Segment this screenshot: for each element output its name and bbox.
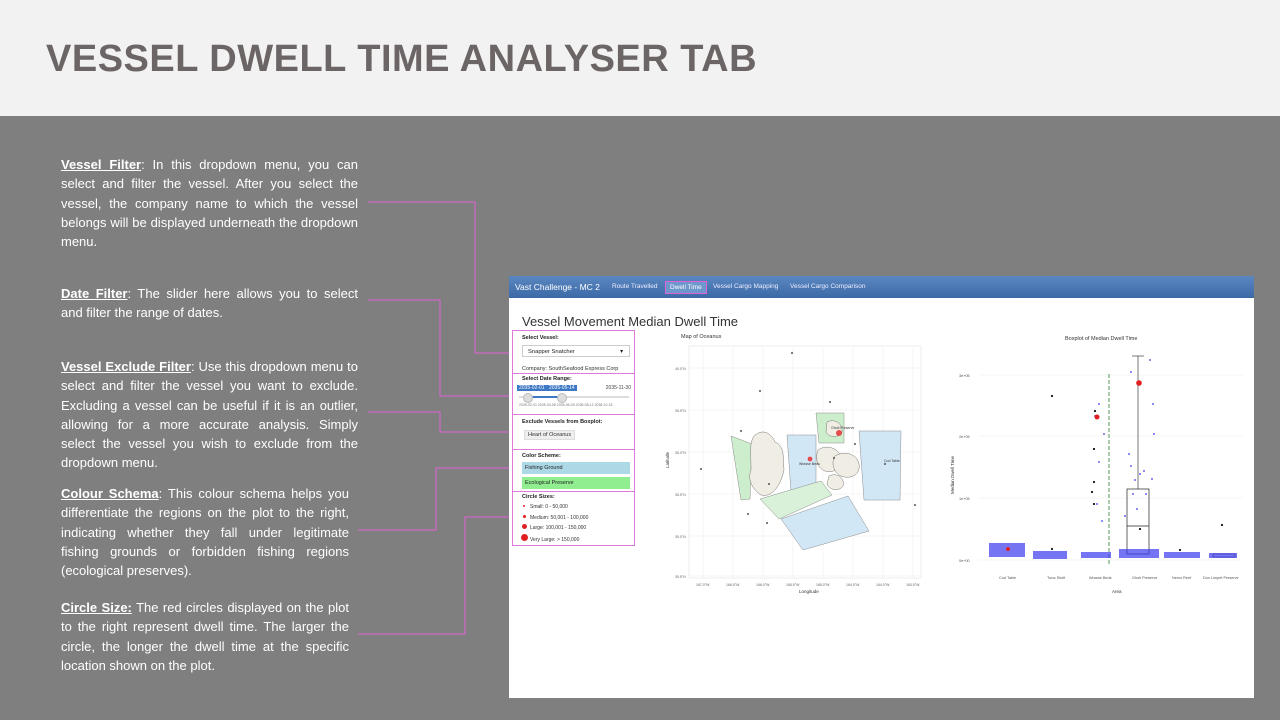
box-ytick: 1e+05 bbox=[959, 497, 970, 501]
note-vessel-filter: Vessel Filter: In this dropdown menu, yo… bbox=[61, 155, 358, 251]
date-end-chip: 2035-05-14 bbox=[547, 385, 577, 391]
vessel-filter-label: Select Vessel: bbox=[522, 335, 559, 341]
map-xtick: 166.0°W bbox=[756, 583, 770, 587]
note-circle-size: Circle Size: The red circles displayed o… bbox=[61, 598, 349, 675]
exclude-vessel-chip[interactable]: Heart of Oceanus bbox=[524, 430, 576, 440]
box-ytick: 2e+05 bbox=[959, 435, 970, 439]
navbar: Vast Challenge - MC 2 Route Travelled Dw… bbox=[509, 276, 1254, 298]
box-xtick: Tuna Shelf bbox=[1047, 576, 1066, 580]
vessel-select[interactable]: Snapper Snatcher ▾ bbox=[522, 345, 630, 357]
color-scheme-label: Color Scheme: bbox=[522, 453, 561, 459]
app-title: Vessel Movement Median Dwell Time bbox=[522, 314, 739, 329]
box-ytick: 3e+05 bbox=[959, 374, 970, 378]
app-window: Vast Challenge - MC 2 Route Travelled Dw… bbox=[509, 276, 1254, 698]
note-head: Date Filter bbox=[61, 286, 128, 301]
note-head: Colour Schema bbox=[61, 486, 159, 501]
scheme-fishing-ground: Fishing Ground bbox=[522, 462, 630, 474]
circle-legend-item: Large: 100,001 - 150,000 bbox=[521, 523, 588, 534]
date-filter-label: Select Date Range: bbox=[522, 376, 572, 382]
box-xtick: Cod Table bbox=[999, 576, 1016, 580]
map-xtick: 166.5°W bbox=[726, 583, 740, 587]
tab-vessel-cargo-comparison[interactable]: Vessel Cargo Comparison bbox=[786, 281, 870, 292]
tick-label: 2035-04-08 bbox=[537, 403, 556, 407]
map-ytick: 40.0°N bbox=[675, 367, 686, 371]
map-ytick: 35.0°N bbox=[675, 535, 686, 539]
map-xtick: 164.0°W bbox=[876, 583, 890, 587]
tick-label: 2035-10-15 bbox=[594, 403, 613, 407]
slider-ticks: 2035-02-01 2035-04-08 2035-06-09 2035-08… bbox=[519, 403, 631, 407]
boxplot: 3e+05 2e+05 1e+05 0e+00 Cod Table Tuna S… bbox=[950, 354, 1243, 594]
tick-label: 2035-02-01 bbox=[519, 403, 537, 407]
note-head: Circle Size: bbox=[61, 600, 132, 615]
map-ytick: 35.5°N bbox=[675, 409, 686, 413]
map-xtick: 165.5°W bbox=[786, 583, 800, 587]
region-label-cod: Cod Table bbox=[884, 459, 900, 463]
box-xtick: Don Limpet Preserve bbox=[1203, 576, 1239, 580]
tab-vessel-cargo-mapping[interactable]: Vessel Cargo Mapping bbox=[709, 281, 782, 292]
boxplot-title: Boxplot of Median Dwell Time bbox=[1065, 336, 1138, 342]
circle-legend-item: Medium: 50,001 - 100,000 bbox=[521, 513, 588, 524]
circle-legend-item: Very Large: > 150,000 bbox=[521, 533, 588, 546]
slider-handle-end[interactable] bbox=[557, 393, 567, 403]
map-xlabel: Longitude bbox=[799, 589, 819, 594]
tick-label: 2035-08-12 bbox=[575, 403, 594, 407]
box-xlabel: Area bbox=[1112, 589, 1122, 594]
map-xtick: 164.5°W bbox=[846, 583, 860, 587]
map-xtick: 165.0°W bbox=[816, 583, 830, 587]
app-brand[interactable]: Vast Challenge - MC 2 bbox=[515, 282, 600, 292]
date-slider[interactable]: 2035-02-01 2035-05-14 2035-11-30 2035-02… bbox=[517, 384, 631, 410]
chevron-down-icon: ▾ bbox=[620, 349, 623, 355]
note-colour-schema: Colour Schema: This colour schema helps … bbox=[61, 484, 349, 580]
date-max-label: 2035-11-30 bbox=[605, 385, 631, 391]
circle-sizes-label: Circle Sizes: bbox=[522, 494, 555, 500]
map-xtick: 167.0°W bbox=[696, 583, 710, 587]
box-ytick: 0e+00 bbox=[959, 559, 970, 563]
date-start-chip: 2035-02-01 bbox=[517, 385, 547, 391]
note-head: Vessel Exclude Filter bbox=[61, 359, 191, 374]
region-label-ghoti: Ghoti Preserve bbox=[831, 426, 854, 430]
box-xtick: Nemo Reef bbox=[1172, 576, 1192, 580]
map-ylabel: Latitude bbox=[665, 451, 670, 468]
slide-title: VESSEL DWELL TIME ANALYSER TAB bbox=[46, 38, 758, 80]
note-date-filter: Date Filter: The slider here allows you … bbox=[61, 284, 358, 323]
circle-legend: Small: 0 - 50,000 Medium: 50,001 - 100,0… bbox=[521, 502, 588, 545]
note-text: : Use this dropdown menu to select and f… bbox=[61, 359, 358, 471]
vessel-select-value: Snapper Snatcher bbox=[528, 349, 575, 355]
tab-route-travelled[interactable]: Route Travelled bbox=[608, 281, 662, 292]
region-label-wrasse: Wrasse Beds bbox=[799, 462, 820, 466]
circle-legend-item: Small: 0 - 50,000 bbox=[521, 502, 588, 513]
map-ytick: 35.5°N bbox=[675, 493, 686, 497]
map-xtick: 163.5°W bbox=[906, 583, 920, 587]
note-head: Vessel Filter bbox=[61, 157, 142, 172]
map-plot: Ghoti Preserve Wrasse Beds Cod Table 40.… bbox=[665, 345, 922, 594]
note-exclude-filter: Vessel Exclude Filter: Use this dropdown… bbox=[61, 357, 358, 473]
slider-handle-start[interactable] bbox=[523, 393, 533, 403]
map-ytick: 35.0°N bbox=[675, 451, 686, 455]
box-ylabel: Median Dwell Time bbox=[950, 455, 955, 494]
company-name: Company: SouthSeafood Express Corp bbox=[522, 366, 619, 372]
box-xtick: Wrasse Beds bbox=[1089, 576, 1112, 580]
exclude-filter-label: Exclude Vessels from Boxplot: bbox=[522, 419, 603, 425]
tab-dwell-time[interactable]: Dwell Time bbox=[665, 281, 707, 294]
map-ytick: 35.5°N bbox=[675, 575, 686, 579]
tick-label: 2035-06-09 bbox=[556, 403, 575, 407]
scheme-ecological-preserve: Ecological Preserve bbox=[522, 477, 630, 489]
box-xtick: Ghoti Preserve bbox=[1132, 576, 1157, 580]
